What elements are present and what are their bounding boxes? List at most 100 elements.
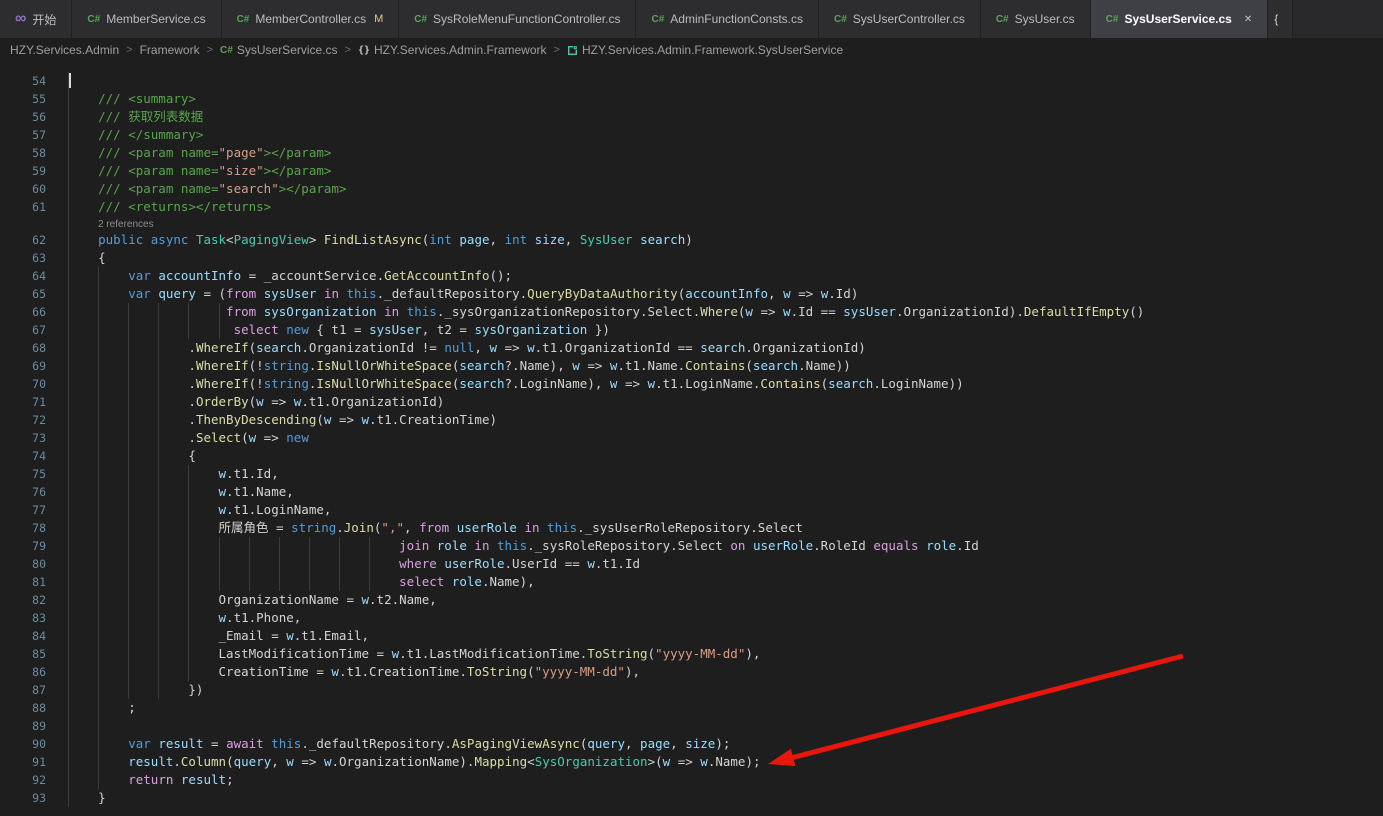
breadcrumb-item[interactable]: HZY.Services.Admin.Framework.SysUserServ… (567, 43, 843, 57)
breadcrumb-item[interactable]: C#SysUserService.cs (220, 43, 337, 57)
line-number[interactable]: 69 (0, 357, 46, 375)
code-line-89[interactable]: 89 (0, 717, 1383, 735)
breadcrumb-item[interactable]: HZY.Services.Admin (10, 43, 119, 57)
tab-sys-role-menu-function-controller[interactable]: C#SysRoleMenuFunctionController.cs (399, 0, 636, 38)
code-line-85[interactable]: 85 LastModificationTime = w.t1.LastModif… (0, 645, 1383, 663)
line-number[interactable]: 72 (0, 411, 46, 429)
code-line-81[interactable]: 81 select role.Name), (0, 573, 1383, 591)
line-number[interactable]: 89 (0, 717, 46, 735)
code-line-87[interactable]: 87 }) (0, 681, 1383, 699)
line-number[interactable]: 77 (0, 501, 46, 519)
code-line-62[interactable]: 62 public async Task<PagingView> FindLis… (0, 231, 1383, 249)
line-number[interactable]: 83 (0, 609, 46, 627)
line-number[interactable]: 57 (0, 126, 46, 144)
code-line-61[interactable]: 61 /// <returns></returns> (0, 198, 1383, 216)
editor[interactable]: 5455 /// <summary>56 /// 获取列表数据57 /// </… (0, 62, 1383, 816)
line-number[interactable]: 85 (0, 645, 46, 663)
line-number[interactable]: 62 (0, 231, 46, 249)
code-line-82[interactable]: 82 OrganizationName = w.t2.Name, (0, 591, 1383, 609)
code-lens-references[interactable]: 2 references (98, 217, 154, 232)
breadcrumb-item[interactable]: {}HZY.Services.Admin.Framework (358, 43, 547, 57)
line-number[interactable]: 87 (0, 681, 46, 699)
code-line-74[interactable]: 74 { (0, 447, 1383, 465)
code-line-69[interactable]: 69 .WhereIf(!string.IsNullOrWhiteSpace(s… (0, 357, 1383, 375)
code-line-80[interactable]: 80 where userRole.UserId == w.t1.Id (0, 555, 1383, 573)
line-number[interactable]: 58 (0, 144, 46, 162)
line-number[interactable]: 59 (0, 162, 46, 180)
tab-sys-user-service[interactable]: C#SysUserService.cs✕ (1091, 0, 1269, 38)
code-line-92[interactable]: 92 return result; (0, 771, 1383, 789)
code-line-63[interactable]: 63 { (0, 249, 1383, 267)
code-line-72[interactable]: 72 .ThenByDescending(w => w.t1.CreationT… (0, 411, 1383, 429)
line-number[interactable]: 88 (0, 699, 46, 717)
code-line-67[interactable]: 67 select new { t1 = sysUser, t2 = sysOr… (0, 321, 1383, 339)
line-number[interactable]: 67 (0, 321, 46, 339)
code-line-65[interactable]: 65 var query = (from sysUser in this._de… (0, 285, 1383, 303)
code-line-76[interactable]: 76 w.t1.Name, (0, 483, 1383, 501)
code-line-55[interactable]: 55 /// <summary> (0, 90, 1383, 108)
line-number[interactable]: 56 (0, 108, 46, 126)
code-line-83[interactable]: 83 w.t1.Phone, (0, 609, 1383, 627)
code-line-57[interactable]: 57 /// </summary> (0, 126, 1383, 144)
code-line-77[interactable]: 77 w.t1.LoginName, (0, 501, 1383, 519)
line-number[interactable]: 93 (0, 789, 46, 807)
line-number[interactable]: 91 (0, 753, 46, 771)
line-number[interactable]: 86 (0, 663, 46, 681)
code-line-86[interactable]: 86 CreationTime = w.t1.CreationTime.ToSt… (0, 663, 1383, 681)
line-number[interactable]: 78 (0, 519, 46, 537)
breadcrumb-item[interactable]: Framework (140, 43, 200, 57)
code-area[interactable]: 5455 /// <summary>56 /// 获取列表数据57 /// </… (0, 72, 1383, 807)
code-line-71[interactable]: 71 .OrderBy(w => w.t1.OrganizationId) (0, 393, 1383, 411)
line-number[interactable]: 90 (0, 735, 46, 753)
code-line-70[interactable]: 70 .WhereIf(!string.IsNullOrWhiteSpace(s… (0, 375, 1383, 393)
line-number[interactable]: 66 (0, 303, 46, 321)
code-line-54[interactable]: 54 (0, 72, 1383, 90)
line-number[interactable]: 64 (0, 267, 46, 285)
csharp-file-icon: C# (237, 14, 250, 25)
line-number[interactable]: 71 (0, 393, 46, 411)
line-number[interactable]: 63 (0, 249, 46, 267)
code-line-66[interactable]: 66 from sysOrganization in this._sysOrga… (0, 303, 1383, 321)
code-line-90[interactable]: 90 var result = await this._defaultRepos… (0, 735, 1383, 753)
breadcrumb-separator: > (207, 44, 213, 56)
line-number[interactable]: 82 (0, 591, 46, 609)
tab-sys-user-controller[interactable]: C#SysUserController.cs (819, 0, 981, 38)
tab-partial[interactable]: { (1268, 0, 1293, 38)
line-number[interactable]: 68 (0, 339, 46, 357)
code-line-59[interactable]: 59 /// <param name="size"></param> (0, 162, 1383, 180)
tab-sys-user[interactable]: C#SysUser.cs (981, 0, 1091, 38)
tab-member-controller[interactable]: C#MemberController.csM (222, 0, 400, 38)
line-number[interactable]: 84 (0, 627, 46, 645)
code-line-56[interactable]: 56 /// 获取列表数据 (0, 108, 1383, 126)
code-line-73[interactable]: 73 .Select(w => new (0, 429, 1383, 447)
line-number[interactable]: 74 (0, 447, 46, 465)
line-number[interactable]: 73 (0, 429, 46, 447)
line-number[interactable]: 61 (0, 198, 46, 216)
line-number[interactable]: 70 (0, 375, 46, 393)
line-number[interactable]: 65 (0, 285, 46, 303)
code-line-79[interactable]: 79 join role in this._sysRoleRepository.… (0, 537, 1383, 555)
code-line-64[interactable]: 64 var accountInfo = _accountService.Get… (0, 267, 1383, 285)
line-number[interactable]: 75 (0, 465, 46, 483)
line-number[interactable]: 76 (0, 483, 46, 501)
code-line-84[interactable]: 84 _Email = w.t1.Email, (0, 627, 1383, 645)
line-number[interactable]: 79 (0, 537, 46, 555)
close-icon[interactable]: ✕ (1244, 14, 1252, 25)
line-number[interactable]: 92 (0, 771, 46, 789)
tab-member-service[interactable]: C#MemberService.cs (72, 0, 221, 38)
code-line-75[interactable]: 75 w.t1.Id, (0, 465, 1383, 483)
code-line-78[interactable]: 78 所属角色 = string.Join(",", from userRole… (0, 519, 1383, 537)
line-number[interactable]: 81 (0, 573, 46, 591)
code-line-68[interactable]: 68 .WhereIf(search.OrganizationId != nul… (0, 339, 1383, 357)
tab-admin-function-consts[interactable]: C#AdminFunctionConsts.cs (636, 0, 819, 38)
tab-start[interactable]: ∞开始 (0, 0, 72, 38)
code-line-88[interactable]: 88 ; (0, 699, 1383, 717)
line-number[interactable]: 60 (0, 180, 46, 198)
code-line-58[interactable]: 58 /// <param name="page"></param> (0, 144, 1383, 162)
code-line-60[interactable]: 60 /// <param name="search"></param> (0, 180, 1383, 198)
line-number[interactable]: 55 (0, 90, 46, 108)
line-number[interactable]: 54 (0, 72, 46, 90)
code-line-91[interactable]: 91 result.Column(query, w => w.Organizat… (0, 753, 1383, 771)
line-number[interactable]: 80 (0, 555, 46, 573)
code-line-93[interactable]: 93 } (0, 789, 1383, 807)
